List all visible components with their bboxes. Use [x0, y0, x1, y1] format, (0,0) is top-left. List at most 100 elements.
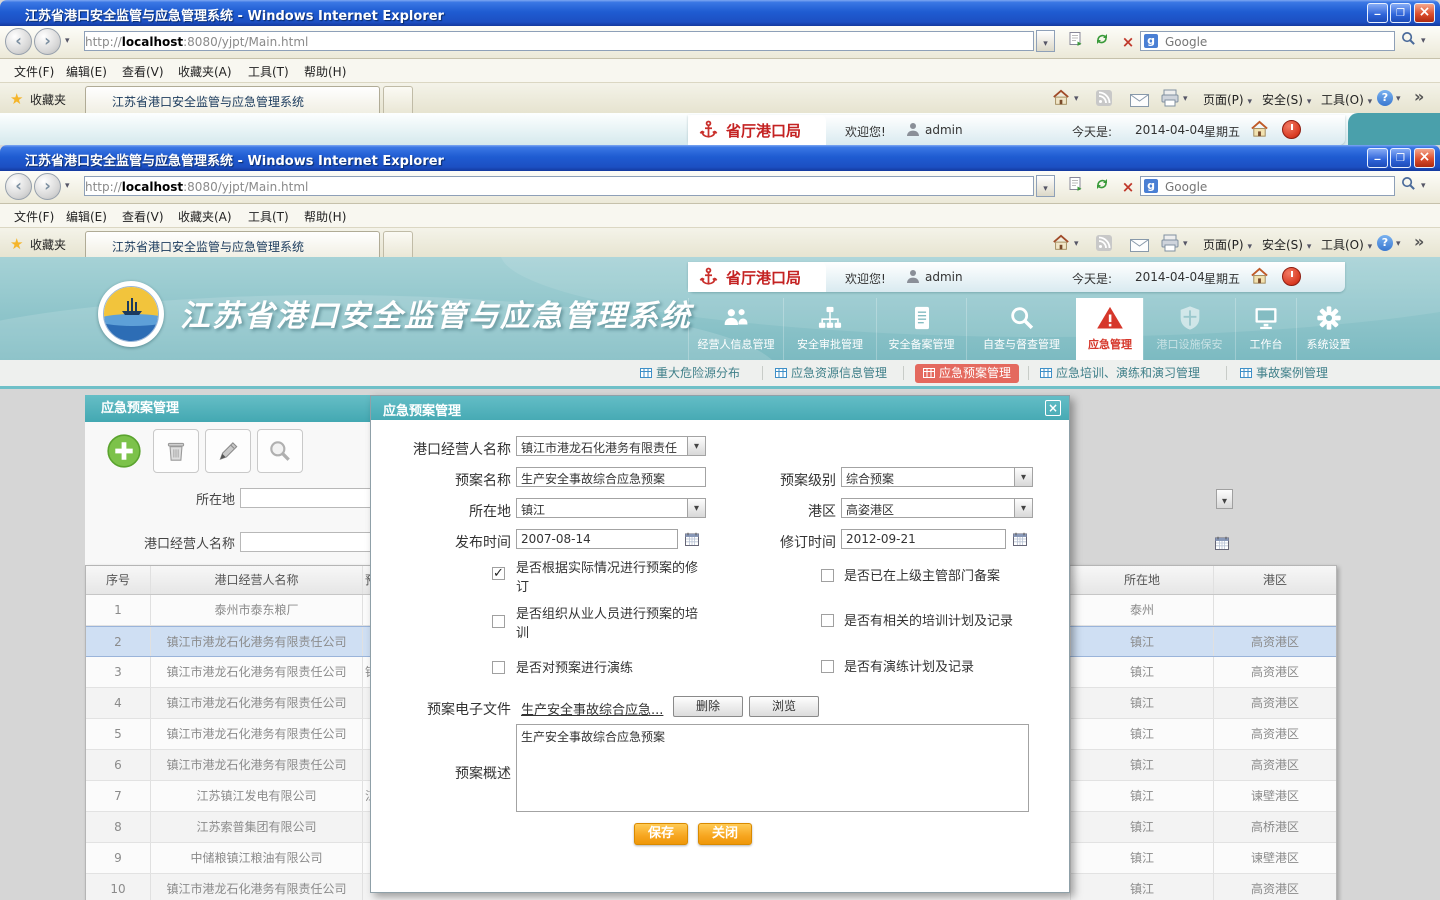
- search-dropdown-icon[interactable]: [1421, 36, 1426, 46]
- tools-menu[interactable]: 工具(O): [1321, 91, 1372, 108]
- page-menu[interactable]: 页面(P): [1203, 91, 1252, 108]
- home-button[interactable]: [1052, 234, 1070, 256]
- help-dropdown-icon[interactable]: [1396, 239, 1401, 249]
- active-tab[interactable]: 江苏省港口安全监管与应急管理系统: [85, 231, 380, 259]
- publish-date-input[interactable]: 2007-08-14: [516, 529, 678, 549]
- edit-button[interactable]: [205, 429, 251, 473]
- minimize-button[interactable]: [1367, 148, 1388, 168]
- stop-button[interactable]: [1116, 30, 1140, 54]
- drill-checkbox[interactable]: [492, 661, 505, 674]
- help-icon[interactable]: [1377, 90, 1393, 106]
- back-button[interactable]: [5, 173, 32, 200]
- url-dropdown-button[interactable]: [1036, 175, 1055, 197]
- history-dropdown-icon[interactable]: [65, 36, 70, 46]
- summary-textarea[interactable]: 生产安全事故综合应急预案: [516, 724, 1029, 812]
- compatibility-button[interactable]: [1063, 175, 1087, 199]
- delete-file-button[interactable]: 删除: [673, 696, 743, 717]
- filed-checkbox[interactable]: [821, 569, 834, 582]
- dropdown-icon[interactable]: [687, 499, 705, 517]
- nav-port-security[interactable]: 港口设施保安: [1143, 298, 1235, 360]
- url-field[interactable]: http://localhost:8080/yjpt/Main.html: [84, 176, 1034, 196]
- add-button[interactable]: [101, 429, 147, 473]
- home-dropdown-icon[interactable]: [1074, 94, 1079, 104]
- subnav-plan-management[interactable]: 应急预案管理: [915, 364, 1020, 383]
- print-button[interactable]: [1160, 234, 1180, 256]
- help-icon[interactable]: [1377, 235, 1393, 251]
- new-tab-stub[interactable]: [383, 231, 413, 259]
- mail-button[interactable]: [1130, 92, 1149, 111]
- minimize-button[interactable]: [1367, 3, 1388, 23]
- home-shortcut-icon[interactable]: [1250, 267, 1269, 290]
- menu-file[interactable]: 文件(F): [14, 208, 54, 225]
- close-button[interactable]: [1414, 148, 1435, 168]
- location-select[interactable]: 镇江: [516, 498, 706, 518]
- title-bar[interactable]: 江苏省港口安全监管与应急管理系统 - Windows Internet Expl…: [0, 145, 1440, 171]
- compatibility-button[interactable]: [1063, 30, 1087, 54]
- subnav-hazard-distribution[interactable]: 重大危险源分布: [640, 364, 740, 383]
- print-dropdown-icon[interactable]: [1183, 239, 1188, 249]
- print-dropdown-icon[interactable]: [1183, 94, 1188, 104]
- url-dropdown-button[interactable]: [1036, 30, 1055, 52]
- revise-calendar-icon[interactable]: [1012, 531, 1028, 551]
- url-field[interactable]: http://localhost:8080/yjpt/Main.html: [84, 31, 1034, 51]
- search-input[interactable]: [1163, 33, 1387, 51]
- nav-operator-info[interactable]: 经营人信息管理: [688, 298, 783, 360]
- browse-file-button[interactable]: 浏览: [749, 696, 819, 717]
- nav-workbench[interactable]: 工作台: [1235, 298, 1296, 360]
- favorites-star-icon[interactable]: [10, 89, 23, 108]
- training-org-checkbox[interactable]: [492, 615, 505, 628]
- print-button[interactable]: [1160, 89, 1180, 111]
- favorites-label[interactable]: 收藏夹: [30, 91, 66, 108]
- search-input[interactable]: [1163, 178, 1387, 196]
- home-dropdown-icon[interactable]: [1074, 239, 1079, 249]
- favorites-star-icon[interactable]: [10, 234, 23, 253]
- operator-select[interactable]: 镇江市港龙石化港务有限责任: [516, 436, 706, 456]
- menu-help[interactable]: 帮助(H): [304, 63, 346, 80]
- area-select[interactable]: 高姿港区: [841, 498, 1033, 518]
- publish-calendar-icon[interactable]: [684, 531, 700, 551]
- nav-safety-record[interactable]: 安全备案管理: [876, 298, 966, 360]
- maximize-button[interactable]: [1390, 148, 1411, 168]
- close-button[interactable]: [1414, 3, 1435, 23]
- nav-system-settings[interactable]: 系统设置: [1296, 298, 1360, 360]
- dropdown-icon[interactable]: [687, 437, 705, 455]
- toolbar-overflow-icon[interactable]: [1414, 232, 1424, 251]
- search-record-button[interactable]: [257, 429, 303, 473]
- mail-button[interactable]: [1130, 237, 1149, 256]
- safety-menu[interactable]: 安全(S): [1262, 91, 1311, 108]
- home-button[interactable]: [1052, 89, 1070, 111]
- col-operator[interactable]: 港口经营人名称: [151, 566, 363, 594]
- search-dropdown-icon[interactable]: [1421, 181, 1426, 191]
- revise-date-input[interactable]: 2012-09-21: [841, 529, 1006, 549]
- forward-button[interactable]: [34, 173, 61, 200]
- menu-tools[interactable]: 工具(T): [248, 208, 289, 225]
- dropdown-icon[interactable]: [1014, 499, 1032, 517]
- subnav-accident-cases[interactable]: 事故案例管理: [1240, 364, 1328, 383]
- logout-icon[interactable]: [1282, 120, 1301, 139]
- favorites-label[interactable]: 收藏夹: [30, 236, 66, 253]
- menu-view[interactable]: 查看(V): [122, 208, 164, 225]
- subnav-resource-info[interactable]: 应急资源信息管理: [775, 364, 887, 383]
- plan-level-select[interactable]: 综合预案: [841, 467, 1033, 487]
- plan-name-input[interactable]: 生产安全事故综合应急预案: [516, 467, 706, 487]
- toolbar-overflow-icon[interactable]: [1414, 87, 1424, 106]
- menu-edit[interactable]: 编辑(E): [66, 208, 107, 225]
- menu-view[interactable]: 查看(V): [122, 63, 164, 80]
- forward-button[interactable]: [34, 28, 61, 55]
- page-menu[interactable]: 页面(P): [1203, 236, 1252, 253]
- close-dialog-button[interactable]: 关闭: [698, 823, 752, 845]
- back-button[interactable]: [5, 28, 32, 55]
- col-no[interactable]: 序号: [86, 566, 151, 594]
- history-dropdown-icon[interactable]: [65, 181, 70, 191]
- col-area[interactable]: 港区: [1214, 566, 1336, 594]
- col-location[interactable]: 所在地: [1071, 566, 1214, 594]
- safety-menu[interactable]: 安全(S): [1262, 236, 1311, 253]
- save-button[interactable]: 保存: [634, 823, 688, 845]
- menu-favorites[interactable]: 收藏夹(A): [178, 63, 232, 80]
- menu-edit[interactable]: 编辑(E): [66, 63, 107, 80]
- search-button[interactable]: [1398, 30, 1418, 54]
- maximize-button[interactable]: [1390, 3, 1411, 23]
- menu-tools[interactable]: 工具(T): [248, 63, 289, 80]
- drill-record-checkbox[interactable]: [821, 660, 834, 673]
- subnav-training-drill[interactable]: 应急培训、演练和演习管理: [1040, 364, 1200, 383]
